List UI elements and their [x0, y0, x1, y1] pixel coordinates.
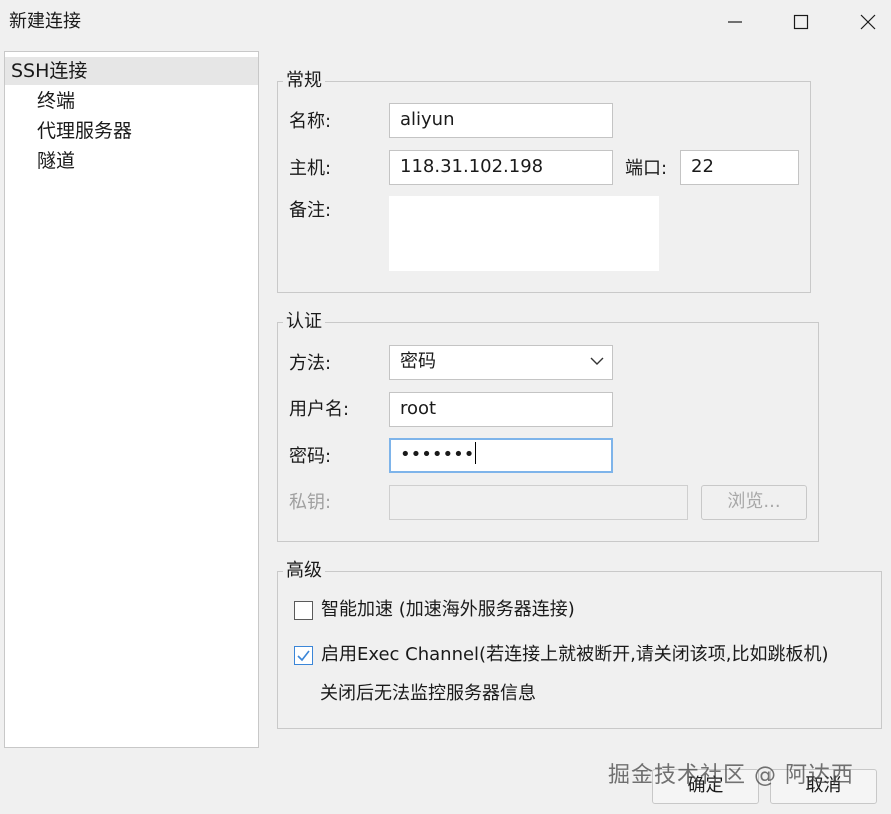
password-field[interactable]: •••••••	[389, 438, 613, 473]
close-icon	[860, 14, 876, 30]
settings-tree: SSH连接 终端 代理服务器 隧道	[4, 51, 259, 748]
watermark-text: 掘金技术社区 @ 阿达西	[608, 763, 854, 788]
exec-channel-label[interactable]: 启用Exec Channel(若连接上就被断开,请关闭该项,比如跳板机)	[321, 643, 829, 667]
window-title: 新建连接	[9, 11, 81, 32]
note-label: 备注:	[289, 200, 332, 221]
maximize-button[interactable]	[778, 4, 824, 40]
smart-accel-checkbox[interactable]	[294, 601, 313, 620]
port-field[interactable]: 22	[680, 150, 799, 185]
smart-accel-label[interactable]: 智能加速 (加速海外服务器连接)	[321, 598, 575, 622]
minimize-icon	[728, 21, 742, 23]
close-button[interactable]	[845, 4, 891, 40]
private-key-label: 私钥:	[289, 492, 332, 513]
password-value: •••••••	[400, 444, 475, 465]
host-label: 主机:	[289, 158, 332, 179]
exec-channel-checkbox[interactable]	[294, 646, 313, 665]
private-key-field[interactable]	[389, 485, 688, 520]
auth-group-title: 认证	[283, 310, 325, 334]
tree-item-proxy[interactable]: 代理服务器	[37, 117, 132, 145]
username-label: 用户名:	[289, 399, 350, 420]
method-select[interactable]: 密码	[389, 345, 613, 380]
exec-channel-note: 关闭后无法监控服务器信息	[320, 683, 536, 704]
method-select-value: 密码	[400, 351, 436, 372]
host-field[interactable]: 118.31.102.198	[389, 150, 613, 185]
text-caret	[475, 442, 477, 464]
general-group-title: 常规	[283, 69, 325, 93]
tree-item-tunnel[interactable]: 隧道	[37, 147, 75, 175]
tree-item-terminal[interactable]: 终端	[37, 87, 75, 115]
name-field[interactable]: aliyun	[389, 103, 613, 138]
maximize-icon	[793, 14, 809, 30]
username-field[interactable]: root	[389, 392, 613, 427]
checkmark-icon	[297, 650, 310, 662]
note-field[interactable]	[389, 196, 659, 271]
title-bar: 新建连接	[0, 0, 891, 44]
tree-item-ssh[interactable]: SSH连接	[5, 57, 258, 85]
new-connection-dialog: 新建连接 SSH连接 终端 代理服务器 隧道 常规 名称: aliyun 主机:	[0, 0, 891, 814]
method-label: 方法:	[289, 353, 332, 374]
chevron-down-icon	[590, 357, 604, 365]
minimize-button[interactable]	[712, 4, 758, 40]
password-label: 密码:	[289, 446, 332, 467]
port-label: 端口:	[625, 158, 668, 179]
browse-button[interactable]: 浏览...	[701, 485, 807, 520]
name-label: 名称:	[289, 111, 332, 132]
advanced-group-title: 高级	[283, 559, 325, 583]
